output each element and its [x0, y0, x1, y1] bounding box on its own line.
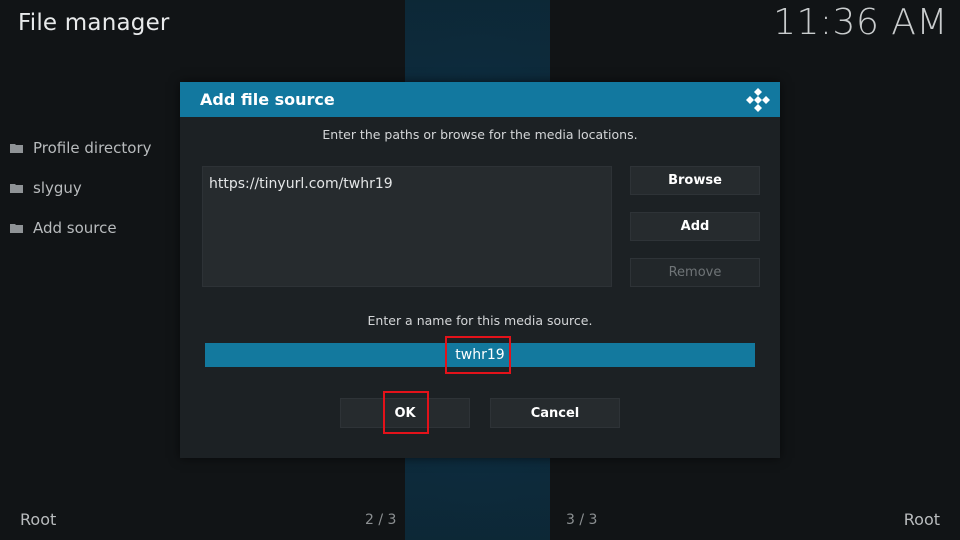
browse-button[interactable]: Browse	[630, 166, 760, 195]
cancel-button[interactable]: Cancel	[490, 398, 620, 428]
sidebar: Profile directory slyguy Add source	[10, 128, 152, 248]
name-label: Enter a name for this media source.	[367, 313, 593, 328]
add-path-button[interactable]: Add	[630, 212, 760, 241]
dialog-title: Add file source	[200, 90, 335, 109]
sidebar-item-label: Add source	[33, 219, 117, 237]
add-file-source-dialog: Add file source Enter the paths or brows…	[180, 82, 780, 458]
sidebar-item-add-source[interactable]: Add source	[10, 208, 152, 248]
dialog-header: Add file source	[180, 82, 780, 117]
path-entry[interactable]: https://tinyurl.com/twhr19	[209, 176, 605, 192]
paths-list[interactable]: https://tinyurl.com/twhr19	[202, 166, 612, 287]
left-page-indicator: 2 / 3	[365, 512, 397, 528]
sidebar-item-slyguy[interactable]: slyguy	[10, 168, 152, 208]
footer-bar: Root 2 / 3 3 / 3 Root	[0, 508, 960, 532]
sidebar-item-profile-directory[interactable]: Profile directory	[10, 128, 152, 168]
page-title: File manager	[18, 10, 170, 36]
sidebar-item-label: slyguy	[33, 179, 82, 197]
folder-icon	[10, 184, 23, 193]
folder-icon	[10, 224, 23, 233]
right-page-indicator: 3 / 3	[566, 512, 598, 528]
right-path: Root	[903, 510, 940, 529]
folder-icon	[10, 144, 23, 153]
remove-path-button[interactable]: Remove	[630, 258, 760, 287]
paths-label: Enter the paths or browse for the media …	[322, 127, 638, 142]
sidebar-item-label: Profile directory	[33, 139, 152, 157]
highlight-box-ok	[383, 391, 429, 434]
kodi-screen: File manager 11:36 AM Profile directory …	[0, 0, 960, 540]
highlight-box-name	[445, 336, 511, 374]
kodi-logo-icon	[746, 88, 770, 112]
clock: 11:36 AM	[773, 2, 948, 43]
left-path: Root	[20, 510, 57, 529]
